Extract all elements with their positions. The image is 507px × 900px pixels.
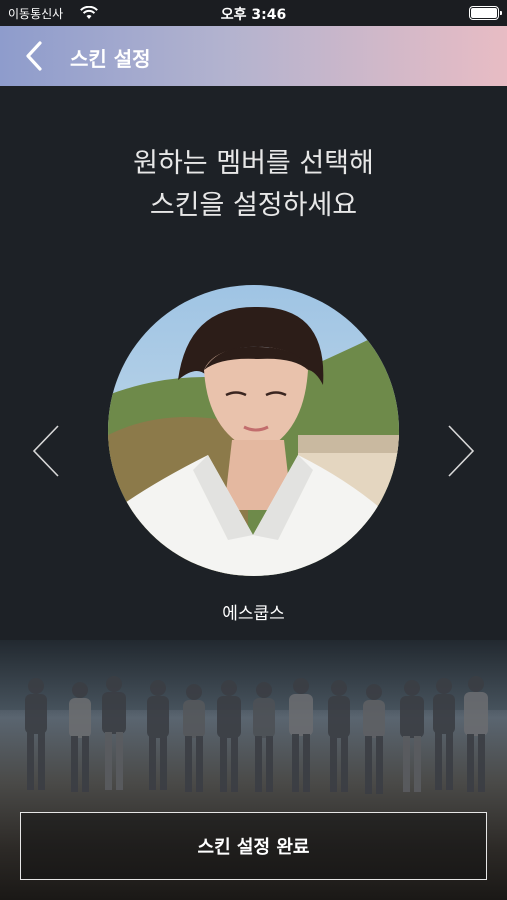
member-photo[interactable] bbox=[108, 285, 399, 576]
battery-icon bbox=[469, 6, 502, 20]
instruction-line-1: 원하는 멤버를 선택해 bbox=[133, 148, 374, 179]
instruction-line-2: 스킨을 설정하세요 bbox=[149, 190, 358, 221]
status-bar: 이동통신사 오후 3:46 bbox=[0, 0, 507, 26]
back-arrow-icon[interactable] bbox=[18, 39, 52, 73]
instruction-text: 원하는 멤버를 선택해 스킨을 설정하세요 bbox=[0, 143, 507, 227]
complete-skin-setting-button[interactable]: 스킨 설정 완료 bbox=[20, 812, 487, 880]
chevron-left-icon[interactable] bbox=[28, 423, 64, 479]
member-name: 에스쿱스 bbox=[222, 604, 285, 624]
chevron-right-icon[interactable] bbox=[443, 423, 479, 479]
header-bar: 스킨 설정 bbox=[0, 26, 507, 86]
clock: 오후 3:46 bbox=[220, 7, 287, 23]
page-title: 스킨 설정 bbox=[70, 47, 151, 71]
